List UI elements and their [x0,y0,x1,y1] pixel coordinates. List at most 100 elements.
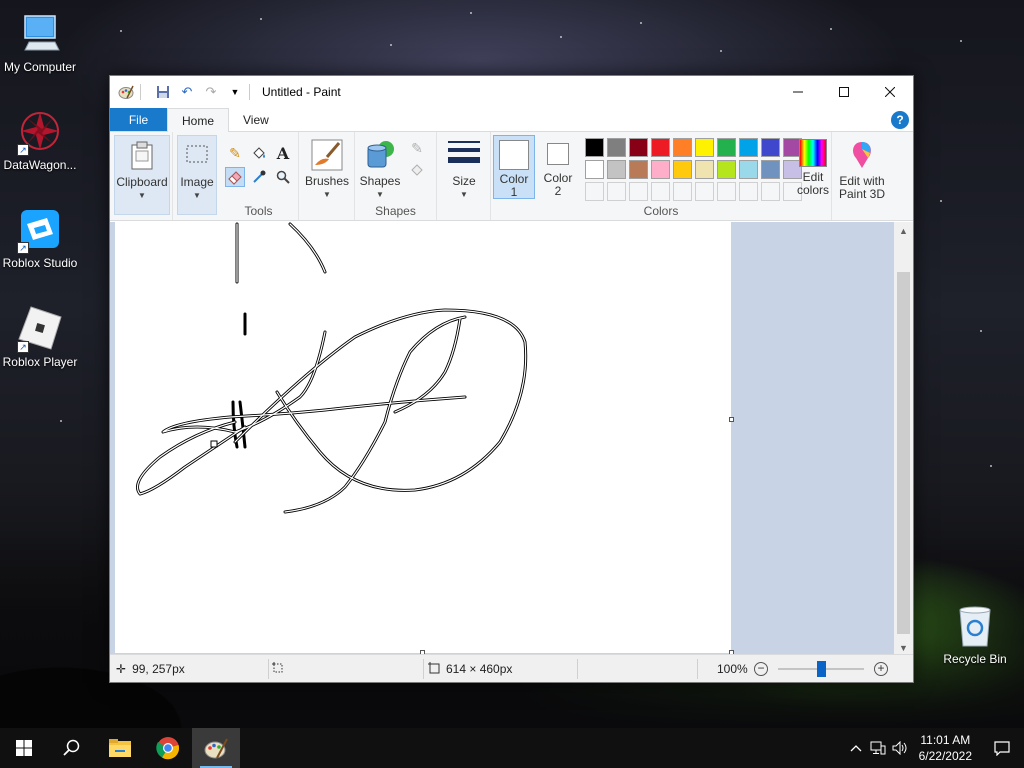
custom-color-slot[interactable] [585,182,604,201]
canvas-size: 614 × 460px [428,655,512,683]
shapes-label: Shapes [359,174,401,188]
custom-color-slot[interactable] [673,182,692,201]
custom-color-slot[interactable] [607,182,626,201]
search-button[interactable] [48,728,96,768]
palette-swatch[interactable] [717,138,736,157]
tools-group: ✎ A Tools [219,132,299,220]
zoom-slider-thumb[interactable] [816,661,826,677]
resize-handle-right[interactable] [729,417,734,422]
color1-button[interactable]: Color 1 [493,135,535,199]
palette-swatch[interactable] [607,160,626,179]
colors-group-label: Colors [643,204,679,218]
edit-with-paint3d-button[interactable]: Edit with Paint 3D [838,135,886,205]
custom-color-slot[interactable] [629,182,648,201]
palette-swatch[interactable] [761,138,780,157]
fill-icon[interactable] [249,143,269,163]
taskbar-file-explorer[interactable] [96,728,144,768]
notifications-icon[interactable] [980,728,1024,768]
tab-home[interactable]: Home [167,108,230,132]
window-title: Untitled - Paint [262,85,341,99]
palette-swatch[interactable] [651,138,670,157]
scroll-thumb[interactable] [897,272,910,634]
palette-swatch[interactable] [739,138,758,157]
clock-date: 6/22/2022 [918,749,972,763]
paint3d-group: Edit with Paint 3D [832,132,888,220]
vertical-scrollbar[interactable]: ▲ ▼ [894,222,913,656]
palette-swatch[interactable] [761,160,780,179]
color1-label: Color [499,172,529,186]
brushes-group: Brushes ▼ [299,132,355,220]
network-icon[interactable] [867,728,889,768]
undo-icon[interactable]: ↶ [179,84,195,100]
scroll-up-icon[interactable]: ▲ [894,222,913,239]
brushes-button[interactable]: Brushes ▼ [303,135,351,215]
separator [697,659,698,679]
palette-swatch[interactable] [695,138,714,157]
color-picker-icon[interactable] [249,167,269,187]
custom-color-slot[interactable] [695,182,714,201]
workspace [110,222,896,656]
desktop-icon-label: Roblox Player [2,355,78,369]
size-button[interactable]: Size ▼ [443,135,485,215]
taskbar-paint[interactable] [192,728,240,768]
chevron-down-icon: ▼ [323,190,331,199]
shapes-button[interactable]: Shapes ▼ [359,135,401,205]
palette-swatch[interactable] [717,160,736,179]
palette-swatch[interactable] [585,138,604,157]
volume-icon[interactable] [889,728,911,768]
custom-color-slot[interactable] [739,182,758,201]
desktop-icon-label: Roblox Studio [2,256,78,270]
palette-swatch[interactable] [629,138,648,157]
text-tool-icon[interactable]: A [273,143,293,163]
folder-icon [109,739,131,757]
clipboard-button[interactable]: Clipboard ▼ [114,135,170,215]
taskbar-chrome[interactable] [144,728,192,768]
custom-color-slot[interactable] [717,182,736,201]
start-button[interactable] [0,728,48,768]
show-hidden-icons-icon[interactable] [845,728,867,768]
custom-color-slot[interactable] [761,182,780,201]
help-button[interactable]: ? [891,111,909,129]
palette-swatch[interactable] [651,160,670,179]
eraser-icon[interactable] [225,167,245,187]
desktop-icon-roblox-studio[interactable]: ↗ Roblox Studio [0,206,80,270]
paint3d-label-2: Paint 3D [838,187,886,201]
fill-shape-icon[interactable] [407,160,427,180]
pencil-icon[interactable]: ✎ [225,143,245,163]
colors-group: Color 1 Color 2 Edit colors Colors [491,132,832,220]
customize-toolbar-icon[interactable]: ▼ [227,84,243,100]
desktop-icon-my-computer[interactable]: My Computer [0,10,80,74]
custom-color-slot[interactable] [651,182,670,201]
maximize-button[interactable] [821,76,867,108]
palette-swatch[interactable] [629,160,648,179]
drawing-canvas[interactable] [115,222,731,653]
title-bar[interactable]: ↶ ↷ ▼ Untitled - Paint [110,76,913,108]
edit-colors-button[interactable]: Edit colors [795,135,831,199]
zoom-out-button[interactable]: − [754,662,768,676]
tab-file[interactable]: File [110,108,167,131]
magnifier-icon[interactable] [273,167,293,187]
redo-icon[interactable]: ↷ [203,84,219,100]
close-button[interactable] [867,76,913,108]
palette-swatch[interactable] [695,160,714,179]
clock[interactable]: 11:01 AM 6/22/2022 [919,732,972,764]
paint-icon [204,738,228,759]
desktop-icon-datawagon[interactable]: ↗ DataWagon... [0,108,80,172]
separator [249,84,250,100]
palette-swatch[interactable] [585,160,604,179]
palette-swatch[interactable] [673,160,692,179]
image-button[interactable]: Image ▼ [177,135,217,215]
save-icon[interactable] [155,84,171,100]
outline-icon[interactable]: ✎ [407,138,427,158]
desktop-icon-recycle-bin[interactable]: Recycle Bin [935,602,1015,666]
minimize-button[interactable] [775,76,821,108]
palette-swatch[interactable] [739,160,758,179]
shortcut-arrow-icon: ↗ [17,242,29,254]
zoom-in-button[interactable]: + [874,662,888,676]
canvas-size-icon [428,661,440,677]
tab-view[interactable]: View [229,108,283,131]
palette-swatch[interactable] [673,138,692,157]
color2-button[interactable]: Color 2 [537,135,579,199]
palette-swatch[interactable] [607,138,626,157]
desktop-icon-roblox-player[interactable]: ↗ Roblox Player [0,305,80,369]
